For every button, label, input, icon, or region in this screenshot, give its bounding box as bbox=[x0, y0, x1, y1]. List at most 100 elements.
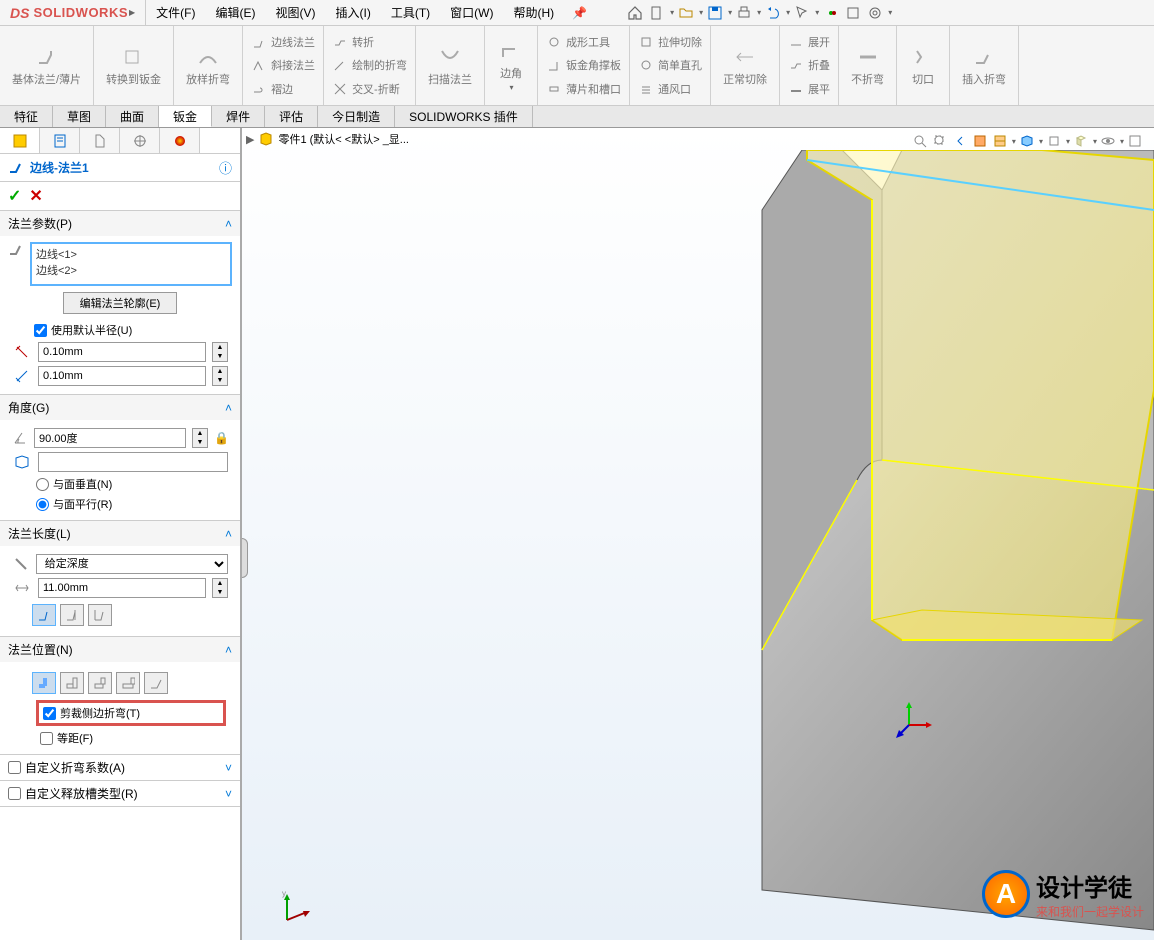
length-up[interactable]: ▲ bbox=[213, 579, 227, 588]
gap1-down[interactable]: ▼ bbox=[213, 352, 227, 361]
breadcrumb-text[interactable]: 零件1 (默认< <默认> _显... bbox=[278, 131, 409, 147]
custom-relief-header[interactable]: 自定义释放槽类型(R) ˅ bbox=[0, 781, 240, 807]
hem-button[interactable]: 褶边 bbox=[251, 80, 315, 98]
edges-listbox[interactable]: 边线<1> 边线<2> bbox=[30, 242, 232, 286]
offset-row[interactable]: 等距(F) bbox=[8, 728, 232, 748]
view-orient-dropdown-icon[interactable]: ▾ bbox=[1012, 137, 1016, 146]
menu-tools[interactable]: 工具(T) bbox=[381, 0, 440, 25]
gap1-input[interactable] bbox=[38, 342, 206, 362]
display-style-dropdown-icon[interactable]: ▾ bbox=[1039, 137, 1043, 146]
simple-hole-button[interactable]: 简单直孔 bbox=[638, 56, 702, 74]
section-flange-position-header[interactable]: 法兰位置(N) ˄ bbox=[0, 637, 240, 662]
rip-button[interactable]: 切口 bbox=[905, 30, 941, 101]
position-5-button[interactable] bbox=[144, 672, 168, 694]
rebuild-icon[interactable] bbox=[821, 3, 841, 23]
cancel-button[interactable]: ✕ bbox=[29, 186, 42, 206]
panel-tab-property-manager[interactable] bbox=[40, 128, 80, 153]
gap2-down[interactable]: ▼ bbox=[213, 376, 227, 385]
forming-tool-button[interactable]: 成形工具 bbox=[546, 33, 621, 51]
home-icon[interactable] bbox=[625, 3, 645, 23]
gap2-up[interactable]: ▲ bbox=[213, 367, 227, 376]
apply-scene-icon[interactable] bbox=[1099, 132, 1117, 150]
trim-side-bends-checkbox[interactable] bbox=[43, 707, 56, 720]
length-ref-1-button[interactable] bbox=[32, 604, 56, 626]
new-dropdown-icon[interactable]: ▾ bbox=[670, 8, 674, 17]
panel-tab-display-manager[interactable] bbox=[160, 128, 200, 153]
use-default-radius-checkbox[interactable] bbox=[34, 324, 47, 337]
section-angle-header[interactable]: 角度(G) ˄ bbox=[0, 395, 240, 420]
hide-show-icon[interactable] bbox=[1045, 132, 1063, 150]
menu-window[interactable]: 窗口(W) bbox=[440, 0, 503, 25]
tab-plugins[interactable]: SOLIDWORKS 插件 bbox=[395, 106, 533, 127]
view-orient-icon[interactable] bbox=[991, 132, 1009, 150]
custom-relief-checkbox[interactable] bbox=[8, 787, 21, 800]
offset-checkbox[interactable] bbox=[40, 732, 53, 745]
section-view-icon[interactable] bbox=[971, 132, 989, 150]
vent-button[interactable]: 通风口 bbox=[638, 80, 702, 98]
perpendicular-row[interactable]: 与面垂直(N) bbox=[8, 474, 232, 494]
menu-insert[interactable]: 插入(I) bbox=[326, 0, 381, 25]
tab-sketch[interactable]: 草图 bbox=[53, 106, 106, 127]
panel-tab-dimxpert[interactable] bbox=[120, 128, 160, 153]
gap2-input[interactable] bbox=[38, 366, 206, 386]
length-type-dropdown[interactable]: 给定深度 bbox=[36, 554, 228, 574]
unfold-button[interactable]: 展开 bbox=[788, 33, 830, 51]
custom-bend-allowance-header[interactable]: 自定义折弯系数(A) ˅ bbox=[0, 755, 240, 781]
tab-sheetmetal[interactable]: 钣金 bbox=[159, 106, 212, 127]
extruded-cut-button[interactable]: 拉伸切除 bbox=[638, 33, 702, 51]
tab-today[interactable]: 今日制造 bbox=[318, 106, 395, 127]
edge-item-1[interactable]: 边线<1> bbox=[36, 246, 226, 262]
lofted-bend-button[interactable]: 放样折弯 bbox=[182, 30, 234, 101]
menu-file[interactable]: 文件(F) bbox=[146, 0, 205, 25]
panel-tab-config-manager[interactable] bbox=[80, 128, 120, 153]
apply-scene-dropdown-icon[interactable]: ▾ bbox=[1120, 137, 1124, 146]
section-flange-params-header[interactable]: 法兰参数(P) ˄ bbox=[0, 211, 240, 236]
undo-icon[interactable] bbox=[763, 3, 783, 23]
convert-button[interactable]: 转换到钣金 bbox=[102, 30, 165, 101]
tab-surface[interactable]: 曲面 bbox=[106, 106, 159, 127]
tab-slot-button[interactable]: 薄片和槽口 bbox=[546, 80, 621, 98]
normal-cut-button[interactable]: 正常切除 bbox=[719, 30, 771, 101]
use-default-radius-row[interactable]: 使用默认半径(U) bbox=[8, 320, 232, 340]
parallel-row[interactable]: 与面平行(R) bbox=[8, 494, 232, 514]
new-icon[interactable] bbox=[647, 3, 667, 23]
options-icon[interactable] bbox=[843, 3, 863, 23]
viewport[interactable]: ▶ 零件1 (默认< <默认> _显... ▾ ▾ ▾ ▾ ▾ bbox=[242, 128, 1154, 940]
length-input[interactable] bbox=[38, 578, 206, 598]
edit-appearance-icon[interactable] bbox=[1072, 132, 1090, 150]
print-dropdown-icon[interactable]: ▾ bbox=[757, 8, 761, 17]
gap1-up[interactable]: ▲ bbox=[213, 343, 227, 352]
view-settings-icon[interactable] bbox=[1126, 132, 1144, 150]
undo-dropdown-icon[interactable]: ▾ bbox=[786, 8, 790, 17]
menu-edit[interactable]: 编辑(E) bbox=[206, 0, 266, 25]
tab-weldment[interactable]: 焊件 bbox=[212, 106, 265, 127]
ok-button[interactable]: ✓ bbox=[8, 186, 21, 206]
model-view[interactable] bbox=[242, 150, 1154, 940]
open-icon[interactable] bbox=[676, 3, 696, 23]
length-ref-2-button[interactable] bbox=[60, 604, 84, 626]
parallel-radio[interactable] bbox=[36, 498, 49, 511]
logo-dropdown-icon[interactable]: ▶ bbox=[129, 8, 135, 17]
section-flange-length-header[interactable]: 法兰长度(L) ˄ bbox=[0, 521, 240, 546]
menu-view[interactable]: 视图(V) bbox=[266, 0, 326, 25]
panel-tab-feature-manager[interactable] bbox=[0, 128, 40, 153]
settings-icon[interactable] bbox=[865, 3, 885, 23]
angle-up[interactable]: ▲ bbox=[193, 429, 207, 438]
length-ref-3-button[interactable] bbox=[88, 604, 112, 626]
prev-view-icon[interactable] bbox=[951, 132, 969, 150]
position-2-button[interactable] bbox=[60, 672, 84, 694]
cross-break-button[interactable]: 交叉-折断 bbox=[332, 80, 407, 98]
hide-show-dropdown-icon[interactable]: ▾ bbox=[1066, 137, 1070, 146]
swept-flange-button[interactable]: 扫描法兰 bbox=[424, 30, 476, 101]
no-bends-button[interactable]: 不折弯 bbox=[847, 30, 888, 101]
position-3-button[interactable] bbox=[88, 672, 112, 694]
face-input[interactable] bbox=[38, 452, 228, 472]
insert-bends-button[interactable]: 插入折弯 bbox=[958, 30, 1010, 101]
position-4-button[interactable] bbox=[116, 672, 140, 694]
corners-button[interactable]: 边角▾ bbox=[493, 30, 529, 101]
save-icon[interactable] bbox=[705, 3, 725, 23]
angle-input[interactable] bbox=[34, 428, 186, 448]
miter-flange-button[interactable]: 斜接法兰 bbox=[251, 56, 315, 74]
breadcrumb-arrow-icon[interactable]: ▶ bbox=[246, 133, 254, 146]
position-1-button[interactable] bbox=[32, 672, 56, 694]
